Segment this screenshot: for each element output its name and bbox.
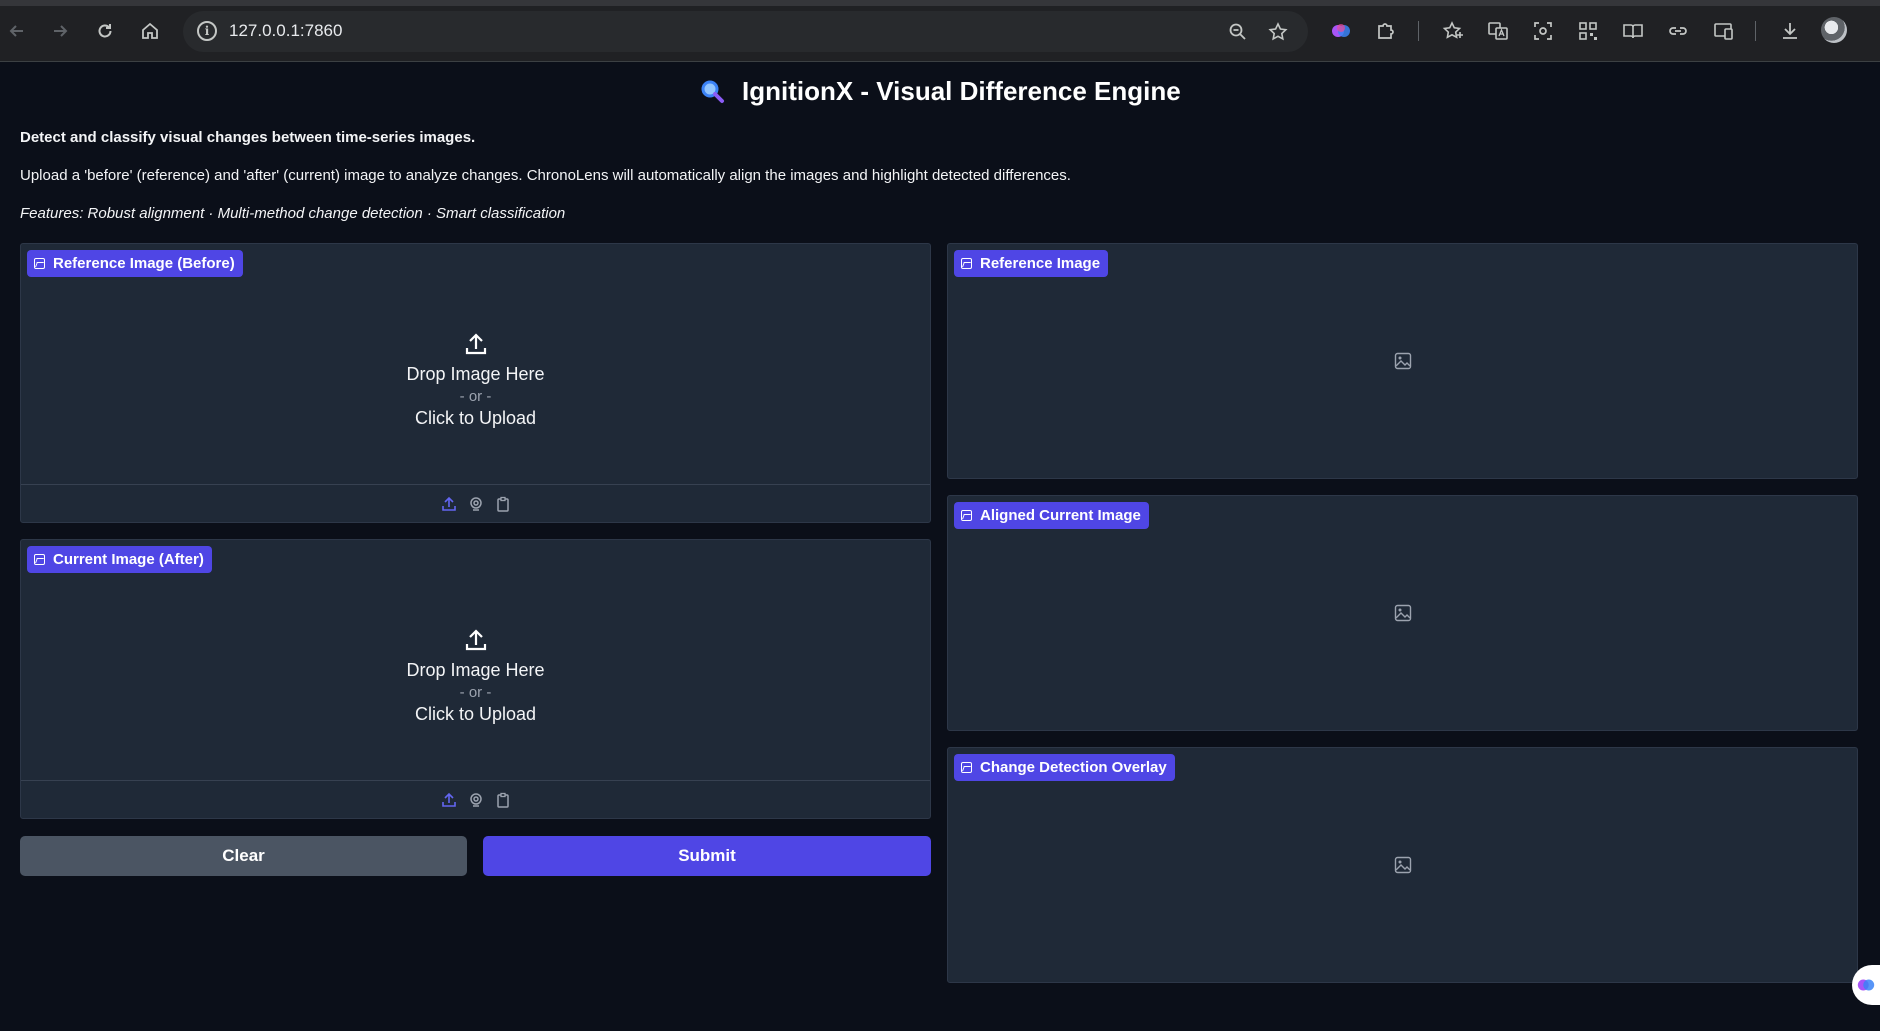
- description-heading: Detect and classify visual changes betwe…: [20, 129, 476, 146]
- aligned-output-label: Aligned Current Image: [954, 502, 1149, 529]
- zoom-icon[interactable]: [1225, 19, 1251, 45]
- webcam-icon[interactable]: [467, 791, 484, 808]
- browser-toolbar: i 127.0.0.1:7860: [0, 0, 1880, 62]
- image-placeholder-icon: [1394, 352, 1411, 370]
- or-text: - or -: [459, 387, 492, 405]
- tab-strip: [0, 0, 1880, 6]
- reference-output-label: Reference Image: [954, 250, 1109, 277]
- site-info-icon[interactable]: i: [197, 21, 217, 41]
- address-bar[interactable]: i 127.0.0.1:7860: [183, 11, 1308, 52]
- overlay-image-output: Change Detection Overlay: [947, 747, 1858, 983]
- profile-avatar[interactable]: [1821, 17, 1847, 43]
- drop-text: Drop Image Here: [406, 363, 545, 384]
- gradio-app: IgnitionX - Visual Difference Engine Det…: [0, 62, 1880, 1031]
- clipboard-icon[interactable]: [494, 791, 511, 808]
- cast-icon[interactable]: [1708, 16, 1738, 46]
- reference-image-label: Reference Image (Before): [27, 250, 243, 277]
- image-icon: [961, 510, 972, 521]
- webcam-icon[interactable]: [467, 495, 484, 512]
- features-text: Features: Robust alignment · Multi-metho…: [20, 205, 566, 222]
- home-icon[interactable]: [135, 16, 165, 46]
- source-selector: [21, 780, 930, 818]
- magnifier-icon: [699, 79, 732, 106]
- image-icon: [34, 554, 45, 565]
- reference-dropzone[interactable]: Drop Image Here - or - Click to Upload: [21, 284, 930, 474]
- image-icon: [961, 762, 972, 773]
- description-text: Upload a 'before' (reference) and 'after…: [20, 167, 1071, 184]
- click-upload-text: Click to Upload: [414, 407, 537, 428]
- reference-image-output: Reference Image: [947, 243, 1858, 479]
- reading-mode-icon[interactable]: [1618, 16, 1648, 46]
- source-selector: [21, 484, 930, 522]
- current-dropzone[interactable]: Drop Image Here - or - Click to Upload: [21, 580, 930, 770]
- current-image-label: Current Image (After): [27, 546, 212, 573]
- overlay-output-label: Change Detection Overlay: [954, 754, 1175, 781]
- reload-icon[interactable]: [90, 16, 120, 46]
- favorites-icon[interactable]: [1438, 16, 1468, 46]
- back-icon[interactable]: [2, 16, 32, 46]
- url-text: 127.0.0.1:7860: [229, 21, 343, 40]
- link-icon[interactable]: [1663, 16, 1693, 46]
- screenshot-icon[interactable]: [1528, 16, 1558, 46]
- aligned-image-output: Aligned Current Image: [947, 495, 1858, 731]
- clipboard-icon[interactable]: [494, 495, 511, 512]
- puzzle-icon[interactable]: [1371, 16, 1401, 46]
- qr-code-icon[interactable]: [1573, 16, 1603, 46]
- clear-button[interactable]: Clear: [20, 836, 467, 876]
- image-placeholder-icon: [1394, 604, 1411, 622]
- current-image-input: Current Image (After) Drop Image Here - …: [20, 539, 931, 819]
- assistant-icon: [1857, 979, 1875, 991]
- or-text: - or -: [459, 683, 492, 701]
- image-icon: [961, 258, 972, 269]
- image-placeholder-icon: [1394, 856, 1411, 874]
- extension-icon[interactable]: [1326, 16, 1356, 46]
- submit-button[interactable]: Submit: [483, 836, 931, 876]
- upload-source-icon[interactable]: [440, 495, 457, 512]
- translate-icon[interactable]: [1483, 16, 1513, 46]
- reference-image-input: Reference Image (Before) Drop Image Here…: [20, 243, 931, 523]
- download-icon[interactable]: [1775, 16, 1805, 46]
- click-upload-text: Click to Upload: [414, 703, 537, 724]
- forward-icon[interactable]: [45, 16, 75, 46]
- upload-icon: [465, 628, 486, 650]
- upload-icon: [465, 332, 486, 354]
- bookmark-star-icon[interactable]: [1265, 19, 1291, 45]
- page-title: IgnitionX - Visual Difference Engine: [0, 76, 1880, 107]
- upload-source-icon[interactable]: [440, 791, 457, 808]
- image-icon: [34, 258, 45, 269]
- drop-text: Drop Image Here: [406, 659, 545, 680]
